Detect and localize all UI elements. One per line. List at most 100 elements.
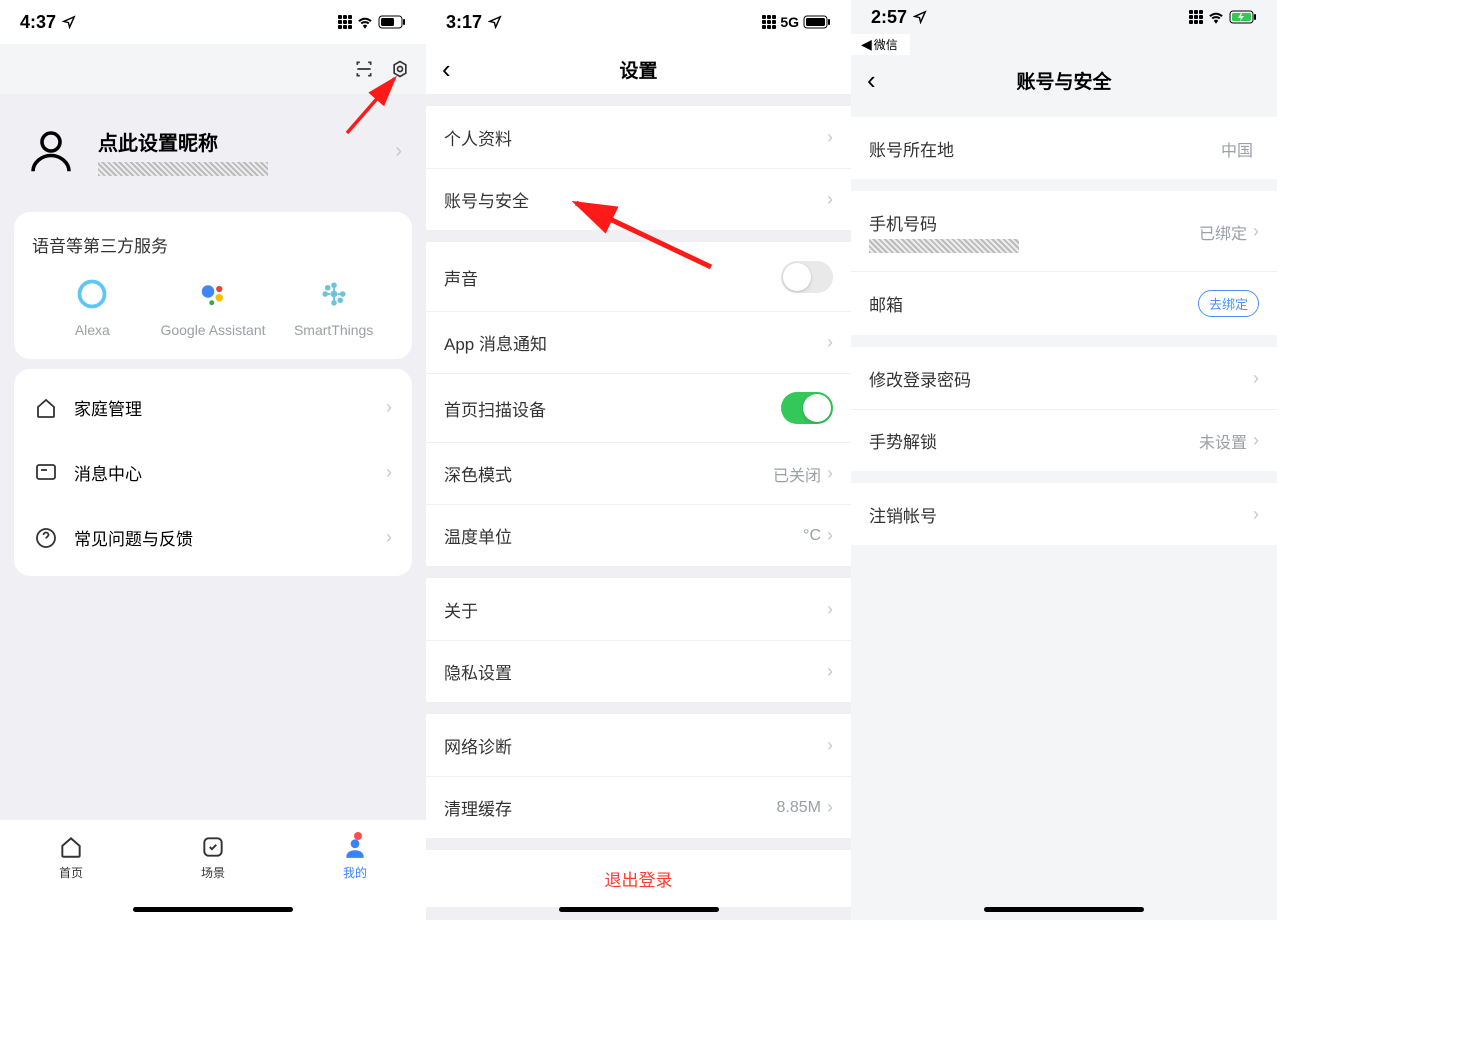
settings-group-tools: 网络诊断 › 清理缓存 8.85M › [426, 714, 851, 838]
row-label: 网络诊断 [444, 733, 827, 758]
service-label: Alexa [75, 321, 110, 339]
location-icon [62, 15, 76, 29]
help-icon [34, 526, 58, 550]
battery-icon [378, 15, 406, 29]
page-title: 设置 [498, 56, 779, 83]
back-to-app[interactable]: ◀微信 [851, 34, 910, 55]
row-value: 8.85M [777, 799, 821, 817]
service-label: Google Assistant [160, 321, 265, 339]
row-label: 手势解锁 [869, 428, 1199, 453]
row-privacy[interactable]: 隐私设置 › [426, 640, 851, 702]
settings-group-info: 关于 › 隐私设置 › [426, 578, 851, 702]
gear-icon[interactable] [390, 56, 410, 82]
scene-tab-icon [200, 834, 226, 860]
row-sound[interactable]: 声音 [426, 242, 851, 311]
location-icon [488, 15, 502, 29]
chevron-right-icon: › [1253, 368, 1259, 389]
scan-icon[interactable] [354, 56, 374, 82]
back-button[interactable]: ‹ [867, 65, 923, 96]
wifi-icon [356, 15, 374, 29]
row-clear-cache[interactable]: 清理缓存 8.85M › [426, 776, 851, 838]
alexa-icon [75, 277, 109, 311]
row-label: 清理缓存 [444, 795, 777, 820]
status-time: 2:57 [871, 7, 907, 28]
service-google-assistant[interactable]: Google Assistant [158, 277, 268, 339]
chevron-right-icon: › [1253, 221, 1259, 242]
row-account-security[interactable]: 账号与安全 › [426, 168, 851, 230]
menu-label: 常见问题与反馈 [74, 525, 370, 550]
row-label: 关于 [444, 597, 827, 622]
cellular-dots-icon [338, 15, 352, 29]
menu-card: 家庭管理 › 消息中心 › 常见问题与反馈 › [14, 369, 412, 576]
service-smartthings[interactable]: SmartThings [279, 277, 389, 339]
logout-button[interactable]: 退出登录 [426, 850, 851, 907]
battery-charging-icon [1229, 10, 1257, 24]
row-change-pwd[interactable]: 修改登录密码 › [851, 347, 1277, 409]
home-scan-toggle[interactable] [781, 392, 833, 424]
row-app-notify[interactable]: App 消息通知 › [426, 311, 851, 373]
row-email[interactable]: 邮箱 去绑定 [851, 271, 1277, 335]
status-bar: 4:37 [0, 0, 426, 44]
group-region: 账号所在地 中国 [851, 117, 1277, 179]
group-delete: 注销帐号 › [851, 483, 1277, 545]
row-home-scan[interactable]: 首页扫描设备 [426, 373, 851, 442]
row-profile[interactable]: 个人资料 › [426, 106, 851, 168]
screen-profile: 4:37 点此设置昵称 › 语音等第三方服务 Alexa [0, 0, 426, 920]
service-alexa[interactable]: Alexa [37, 277, 147, 339]
chevron-right-icon: › [827, 661, 833, 682]
topbar: ‹ 设置 [426, 44, 851, 94]
phone-redacted [869, 239, 1019, 253]
avatar-icon [24, 124, 78, 178]
chevron-right-icon: › [386, 462, 392, 483]
google-assistant-icon [196, 277, 230, 311]
tab-home[interactable]: 首页 [58, 834, 84, 881]
status-bar: 2:57 [851, 0, 1277, 34]
screen-account-security: 2:57 ◀微信 ‹ 账号与安全 账号所在地 中国 手机号码 已绑定 › [851, 0, 1277, 920]
row-value: 未设置 [1199, 429, 1247, 453]
home-icon [34, 396, 58, 420]
chevron-right-icon: › [1253, 430, 1259, 451]
row-value: 中国 [1221, 137, 1253, 161]
row-net-diag[interactable]: 网络诊断 › [426, 714, 851, 776]
message-icon [34, 461, 58, 485]
menu-messages[interactable]: 消息中心 › [14, 440, 412, 505]
back-button[interactable]: ‹ [442, 54, 498, 85]
menu-home-manage[interactable]: 家庭管理 › [14, 375, 412, 440]
row-label: 温度单位 [444, 523, 803, 548]
sound-toggle[interactable] [781, 261, 833, 293]
topbar: ‹ 账号与安全 [851, 55, 1277, 105]
row-temp-unit[interactable]: 温度单位 °C › [426, 504, 851, 566]
smartthings-icon [317, 277, 351, 311]
battery-icon [803, 15, 831, 29]
group-security: 修改登录密码 › 手势解锁 未设置 › [851, 347, 1277, 471]
cellular-dots-icon [1189, 10, 1203, 24]
home-indicator [984, 907, 1144, 912]
chevron-right-icon: › [827, 463, 833, 484]
row-region[interactable]: 账号所在地 中国 [851, 117, 1277, 179]
tab-label: 场景 [201, 864, 225, 881]
row-phone[interactable]: 手机号码 已绑定 › [851, 191, 1277, 271]
row-label: 修改登录密码 [869, 366, 1253, 391]
row-about[interactable]: 关于 › [426, 578, 851, 640]
chevron-right-icon: › [1253, 504, 1259, 525]
menu-faq[interactable]: 常见问题与反馈 › [14, 505, 412, 570]
settings-group-general: 声音 App 消息通知 › 首页扫描设备 深色模式 已关闭 › 温度单位 °C … [426, 242, 851, 566]
row-gesture[interactable]: 手势解锁 未设置 › [851, 409, 1277, 471]
tab-mine[interactable]: 我的 [342, 834, 368, 881]
status-time: 4:37 [20, 12, 56, 33]
profile-row[interactable]: 点此设置昵称 › [0, 94, 426, 202]
chevron-right-icon: › [395, 140, 402, 163]
chevron-right-icon: › [386, 527, 392, 548]
chevron-right-icon: › [827, 332, 833, 353]
logout-label: 退出登录 [605, 871, 673, 890]
wifi-icon [1207, 10, 1225, 24]
bind-email-button[interactable]: 去绑定 [1198, 290, 1259, 317]
cellular-dots-icon [762, 15, 776, 29]
row-dark-mode[interactable]: 深色模式 已关闭 › [426, 442, 851, 504]
tab-scenes[interactable]: 场景 [200, 834, 226, 881]
back-app-label: 微信 [874, 36, 898, 53]
nickname-label: 点此设置昵称 [98, 127, 375, 156]
chevron-right-icon: › [386, 397, 392, 418]
row-delete-account[interactable]: 注销帐号 › [851, 483, 1277, 545]
status-time: 3:17 [446, 12, 482, 33]
